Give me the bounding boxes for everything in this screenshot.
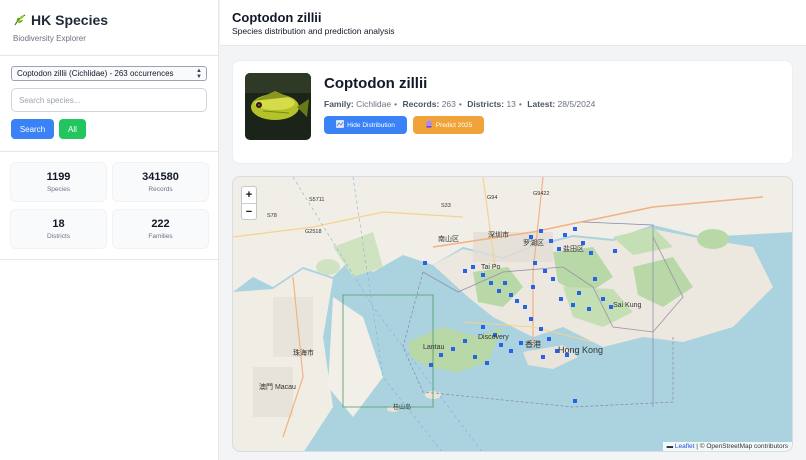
stat-value: 18 — [52, 218, 65, 230]
page-title: Coptodon zillii — [232, 10, 322, 25]
map-label: Tai Po — [481, 264, 501, 271]
stat-value: 222 — [151, 218, 170, 230]
stat-value: 341580 — [142, 171, 179, 183]
species-card: Coptodon zillii Family: Cichlidae • Recor… — [232, 60, 793, 164]
hide-distribution-label: Hide Distribution — [347, 121, 395, 129]
map-label: G9422 — [533, 191, 550, 197]
map-label: Lantau — [423, 344, 445, 351]
family-label: Family: — [324, 99, 354, 109]
search-controls: Coptodon zillii (Cichlidae) - 263 occurr… — [0, 56, 218, 152]
districts-value: 13 — [506, 99, 516, 109]
stat-label: Districts — [46, 233, 71, 240]
flag-icon: ▬ — [666, 443, 674, 450]
species-select[interactable]: Coptodon zillii (Cichlidae) - 263 occurr… — [11, 66, 207, 81]
map-tiles: 深圳市 罗湖区 盐田区 南山区 珠海市 澳門 Macau Hong Kong 香… — [233, 177, 792, 451]
stat-label: Families — [148, 233, 173, 240]
leaflet-link[interactable]: Leaflet — [675, 443, 695, 450]
stat-districts: 18 Districts — [10, 209, 107, 249]
app-title: HK Species — [31, 12, 109, 28]
predict-label: Predict 2025 — [435, 121, 473, 129]
map-label: 罗湖区 — [523, 238, 544, 247]
map-label: 香港 — [525, 339, 541, 349]
brand: HK Species Biodiversity Explorer — [0, 0, 218, 56]
main-content: Coptodon zillii Species distribution and… — [220, 0, 806, 460]
zoom-in-button[interactable]: + — [242, 187, 256, 203]
zoom-control: + − — [241, 186, 257, 220]
map-label: S33 — [441, 203, 451, 209]
map-label: 深圳市 — [488, 230, 509, 239]
osm-attribution: | © OpenStreetMap contributors — [696, 443, 788, 450]
predict-button[interactable]: Predict 2025 — [413, 116, 484, 134]
all-button[interactable]: All — [59, 119, 86, 139]
leaf-icon — [13, 13, 27, 27]
map-label: 珠海市 — [293, 348, 314, 357]
page-header: Coptodon zillii Species distribution and… — [220, 0, 806, 46]
latest-label: Latest: — [527, 99, 556, 109]
map-label: G2518 — [305, 229, 322, 235]
stat-families: 222 Families — [112, 209, 209, 249]
map-icon — [336, 120, 344, 130]
species-photo — [245, 73, 311, 140]
map-label: Hong Kong — [558, 345, 603, 355]
species-meta: Family: Cichlidae • Records: 263 • Distric… — [324, 99, 596, 109]
zoom-out-button[interactable]: − — [242, 203, 256, 219]
records-value: 263 — [441, 99, 456, 109]
select-arrows-icon: ▲ ▼ — [196, 68, 202, 80]
map-label: Sai Kung — [613, 302, 642, 309]
stat-records: 341580 Records — [112, 162, 209, 202]
hide-distribution-button[interactable]: Hide Distribution — [324, 116, 407, 134]
search-button[interactable]: Search — [11, 119, 54, 139]
stat-value: 1199 — [46, 171, 71, 183]
stat-species: 1199 Species — [10, 162, 107, 202]
map-label: 澳門 Macau — [259, 382, 296, 391]
map-label: S78 — [267, 213, 277, 219]
map-label: 桂山岛 — [393, 403, 411, 411]
map-label: S5711 — [309, 197, 325, 203]
app-subtitle: Biodiversity Explorer — [13, 34, 86, 43]
stat-label: Species — [46, 186, 71, 193]
districts-label: Districts: — [467, 99, 505, 109]
species-select-value: Coptodon zillii (Cichlidae) - 263 occurr… — [17, 69, 174, 78]
distribution-map[interactable]: 深圳市 罗湖区 盐田区 南山区 珠海市 澳門 Macau Hong Kong 香… — [232, 176, 793, 452]
map-label: 南山区 — [438, 234, 459, 243]
map-label: G94 — [487, 195, 497, 201]
stats-grid: 1199 Species 341580 Records 18 Districts… — [0, 152, 218, 260]
map-label: Discovery — [478, 334, 509, 341]
family-value: Cichlidae — [356, 99, 392, 109]
map-label: 盐田区 — [563, 244, 584, 253]
sidebar: HK Species Biodiversity Explorer Coptodo… — [0, 0, 219, 460]
page-subtitle: Species distribution and prediction anal… — [232, 26, 395, 36]
search-input[interactable] — [11, 88, 207, 112]
map-attribution: ▬ Leaflet | © OpenStreetMap contributors — [662, 442, 792, 451]
latest-value: 28/5/2024 — [557, 99, 596, 109]
stat-label: Records — [148, 186, 173, 193]
crystal-ball-icon — [425, 120, 433, 130]
records-label: Records: — [402, 99, 440, 109]
species-name: Coptodon zillii — [324, 75, 428, 92]
